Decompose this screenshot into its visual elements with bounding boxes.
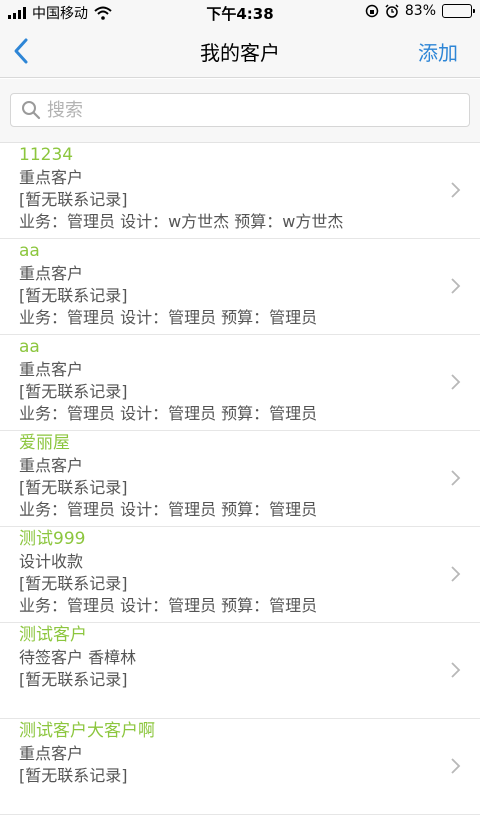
customer-name: 爱丽屋 [19,433,70,453]
customer-type: 重点客户 [19,456,84,475]
status-bar: 中国移动 下午4:38 83% [0,0,480,24]
chevron-right-icon [451,758,461,774]
staff-info: 业务：管理员 设计：管理员 预算：管理员 [19,596,318,615]
chevron-right-icon [451,662,461,678]
customer-type: 重点客户 [19,360,84,379]
customer-list: 11234 重点客户 [暂无联系记录] 业务：管理员 设计：w方世杰 预算：w方… [0,143,480,815]
customer-row[interactable]: 11234 重点客户 [暂无联系记录] 业务：管理员 设计：w方世杰 预算：w方… [0,143,480,239]
customer-type: 重点客户 [19,744,84,763]
battery-icon [442,4,475,18]
contact-record: [暂无联系记录] [19,670,128,689]
contact-record: [暂无联系记录] [19,478,128,497]
contact-record: [暂无联系记录] [19,766,128,785]
customer-row[interactable]: 测试999 设计收款 [暂无联系记录] 业务：管理员 设计：管理员 预算：管理员 [0,527,480,623]
search-icon [22,101,41,120]
contact-record: [暂无联系记录] [19,382,128,401]
search-box[interactable] [10,93,470,127]
chevron-right-icon [451,374,461,390]
chevron-right-icon [451,278,461,294]
status-right: 83% [365,3,475,19]
contact-record: [暂无联系记录] [19,190,128,209]
customer-name: 测试999 [19,529,86,549]
page-title: 我的客户 [200,41,280,65]
orientation-lock-icon [365,4,379,18]
customer-type: 设计收款 [19,552,84,571]
staff-info: 业务：管理员 设计：w方世杰 预算：w方世杰 [19,212,344,231]
staff-info: 业务：管理员 设计：管理员 预算：管理员 [19,500,318,519]
search-bar [0,79,480,143]
battery-percent: 83% [404,3,436,19]
chevron-right-icon [451,182,461,198]
customer-type: 重点客户 [19,168,84,187]
customer-name: aa [19,337,40,357]
alarm-icon [385,4,399,18]
customer-type: 重点客户 [19,264,84,283]
chevron-right-icon [451,470,461,486]
customer-row[interactable]: 爱丽屋 重点客户 [暂无联系记录] 业务：管理员 设计：管理员 预算：管理员 [0,431,480,527]
customer-name: aa [19,241,40,261]
staff-info: 业务：管理员 设计：管理员 预算：管理员 [19,404,318,423]
customer-row[interactable]: aa 重点客户 [暂无联系记录] 业务：管理员 设计：管理员 预算：管理员 [0,335,480,431]
customer-name: 测试客户 [19,625,87,645]
staff-info: 业务：管理员 设计：管理员 预算：管理员 [19,308,318,327]
contact-record: [暂无联系记录] [19,286,128,305]
customer-row[interactable]: aa 重点客户 [暂无联系记录] 业务：管理员 设计：管理员 预算：管理员 [0,239,480,335]
nav-bar: 我的客户 添加 [0,24,480,78]
customer-row[interactable]: 测试客户大客户啊 重点客户 [暂无联系记录] [0,719,480,815]
search-input[interactable] [47,99,447,121]
customer-name: 11234 [19,145,74,165]
contact-record: [暂无联系记录] [19,574,128,593]
customer-name: 测试客户大客户啊 [19,721,155,741]
chevron-right-icon [451,566,461,582]
add-button[interactable]: 添加 [418,37,458,66]
customer-row[interactable]: 测试客户 待签客户 香樟林 [暂无联系记录] [0,623,480,719]
customer-type: 待签客户 香樟林 [19,648,137,667]
